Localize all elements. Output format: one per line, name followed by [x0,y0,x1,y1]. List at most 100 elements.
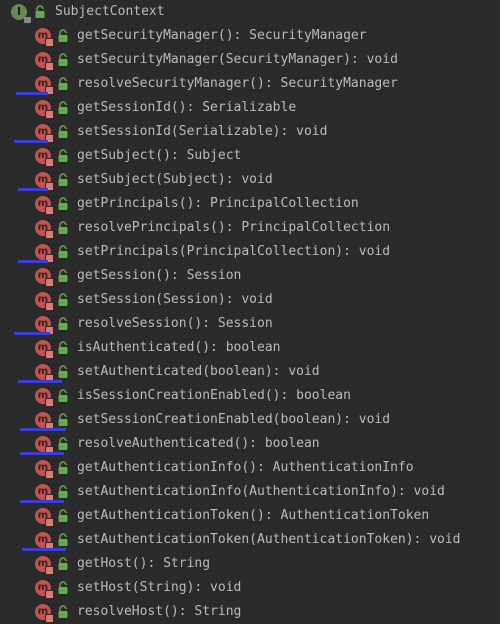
public-lock-icon [58,461,68,474]
method-node[interactable]: m isSessionCreationEnabled(): boolean [0,384,500,408]
method-node[interactable]: m getAuthenticationInfo(): Authentication… [0,456,500,480]
method-icon: m [35,508,54,527]
method-signature: setAuthenticated(boolean): void [77,364,320,379]
method-node[interactable]: m setSessionCreationEnabled(boolean): voi… [0,408,500,432]
method-icon: m [35,556,54,575]
abstract-badge-icon [45,518,54,527]
method-signature: setAuthenticationToken(AuthenticationTok… [77,532,461,547]
abstract-badge-icon [45,302,54,311]
method-node[interactable]: m setSession(Session): void [0,288,500,312]
public-lock-icon [58,317,68,330]
method-signature: getSubject(): Subject [77,148,242,163]
public-lock-icon [58,53,68,66]
public-lock-icon [35,5,45,18]
abstract-badge-icon [45,38,54,47]
method-icon: m [35,244,54,263]
method-node[interactable]: m getHost(): String [0,552,500,576]
public-lock-icon [58,581,68,594]
annotation-underline [14,140,48,143]
method-signature: getSessionId(): Serializable [77,100,297,115]
method-signature: resolveSecurityManager(): SecurityManage… [77,76,398,91]
method-signature: getAuthenticationToken(): Authentication… [77,508,430,523]
method-icon: m [35,196,54,215]
method-icon: m [35,148,54,167]
method-node[interactable]: m resolveHost(): String [0,600,500,624]
method-signature: getAuthenticationInfo(): AuthenticationI… [77,460,414,475]
method-icon: m [35,532,54,551]
method-signature: isAuthenticated(): boolean [77,340,281,355]
method-node[interactable]: m resolvePrincipals(): PrincipalCollectio… [0,216,500,240]
public-lock-icon [58,29,68,42]
method-node[interactable]: m setAuthenticationToken(AuthenticationTo… [0,528,500,552]
public-lock-icon [58,293,68,306]
annotation-underline [20,500,64,503]
method-signature: getHost(): String [77,556,211,571]
method-node[interactable]: m getPrincipals(): PrincipalCollection [0,192,500,216]
public-lock-icon [58,197,68,210]
public-lock-icon [58,413,68,426]
method-node[interactable]: m getAuthenticationToken(): Authenticatio… [0,504,500,528]
abstract-badge-icon [45,158,54,167]
public-lock-icon [58,437,68,450]
method-signature: resolvePrincipals(): PrincipalCollection [77,220,391,235]
annotation-underline [16,92,48,95]
method-signature: resolveAuthenticated(): boolean [77,436,320,451]
method-node[interactable]: m setSubject(Subject): void [0,168,500,192]
method-node[interactable]: m setSecurityManager(SecurityManager): vo… [0,48,500,72]
abstract-badge-icon [45,470,54,479]
public-lock-icon [58,125,68,138]
abstract-badge-icon [45,398,54,407]
abstract-badge-icon [45,590,54,599]
annotation-underline [18,380,62,383]
annotation-underline [18,260,48,263]
public-lock-icon [58,605,68,618]
public-lock-icon [58,149,68,162]
method-icon: m [35,460,54,479]
method-node[interactable]: m getSubject(): Subject [0,144,500,168]
method-node[interactable]: m setAuthenticationInfo(AuthenticationInf… [0,480,500,504]
method-icon: m [35,292,54,311]
interface-icon: I [11,4,31,23]
abstract-badge-icon [45,230,54,239]
method-node[interactable]: m resolveAuthenticated(): boolean [0,432,500,456]
abstract-badge-icon [45,566,54,575]
method-icon: m [35,28,54,47]
method-node[interactable]: m setSessionId(Serializable): void [0,120,500,144]
public-lock-icon [58,221,68,234]
public-lock-icon [58,533,68,546]
method-signature: setHost(String): void [77,580,242,595]
method-signature: setSessionId(Serializable): void [77,124,328,139]
method-signature: setAuthenticationInfo(AuthenticationInfo… [77,484,445,499]
method-icon: m [35,436,54,455]
annotation-underline [20,452,64,455]
method-icon: m [35,340,54,359]
method-node[interactable]: m getSecurityManager(): SecurityManager [0,24,500,48]
method-signature: setPrincipals(PrincipalCollection): void [77,244,391,259]
method-node[interactable]: m setAuthenticated(boolean): void [0,360,500,384]
method-node[interactable]: m setPrincipals(PrincipalCollection): voi… [0,240,500,264]
method-icon: m [35,412,54,431]
method-signature: resolveSession(): Session [77,316,273,331]
abstract-badge-icon [45,110,54,119]
method-node[interactable]: m getSession(): Session [0,264,500,288]
annotation-underline [22,548,66,551]
method-icon: m [35,172,54,191]
method-node[interactable]: m setHost(String): void [0,576,500,600]
abstract-badge-icon [45,614,54,623]
method-node[interactable]: m resolveSecurityManager(): SecurityManag… [0,72,500,96]
structure-tree: I SubjectContext m getSecurityManager(): … [0,0,500,623]
method-icon: m [35,124,54,143]
method-node[interactable]: m getSessionId(): Serializable [0,96,500,120]
public-lock-icon [58,485,68,498]
annotation-underline [18,188,48,191]
method-signature: getPrincipals(): PrincipalCollection [77,196,359,211]
public-lock-icon [58,245,68,258]
method-node[interactable]: m isAuthenticated(): boolean [0,336,500,360]
annotation-underline [14,332,50,335]
method-icon: m [35,484,54,503]
method-icon: m [35,76,54,95]
interface-node[interactable]: I SubjectContext [0,0,500,24]
method-node[interactable]: m resolveSession(): Session [0,312,500,336]
method-icon: m [35,268,54,287]
method-signature: getSession(): Session [77,268,242,283]
